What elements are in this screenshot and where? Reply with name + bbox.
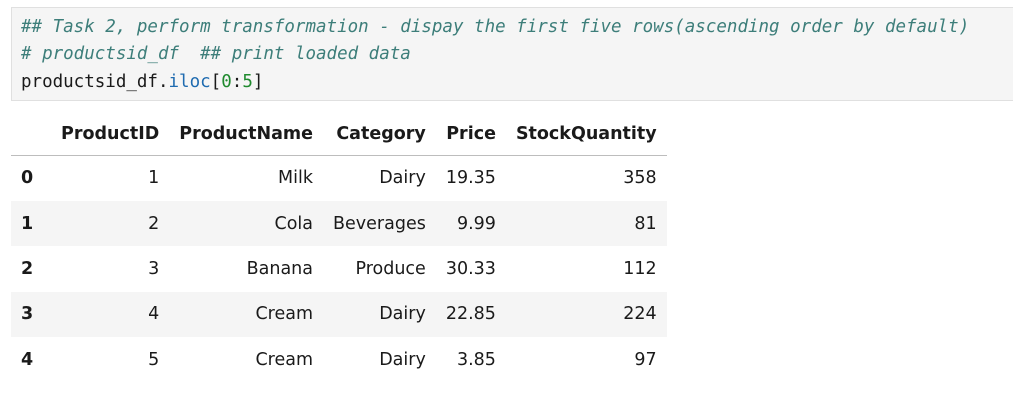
- cell-stockquantity: 112: [623, 258, 657, 279]
- cell-price: 9.99: [456, 213, 496, 234]
- row-index: 1: [21, 213, 34, 234]
- cell-category: Dairy: [379, 349, 426, 370]
- cell-category: Dairy: [379, 168, 426, 189]
- cell-stockquantity: 358: [623, 168, 657, 189]
- cell-productname: Milk: [278, 168, 314, 189]
- cell-productname: Cola: [274, 213, 314, 234]
- code-slice-start: 0: [221, 72, 232, 92]
- code-comment-line-2: # productsid_df ## print loaded data: [21, 44, 411, 64]
- row-index: 3: [21, 304, 34, 325]
- cell-category: Produce: [355, 258, 426, 279]
- cell-stockquantity: 81: [634, 213, 657, 234]
- cell-productid: 4: [148, 304, 160, 325]
- cell-productid: 1: [148, 168, 160, 189]
- table-row: 3 4 Cream Dairy 22.85 224: [11, 291, 667, 338]
- cell-stockquantity: 224: [623, 304, 657, 325]
- row-index: 0: [21, 168, 34, 189]
- code-variable: productsid_df: [21, 72, 158, 92]
- code-comment-line-1: ## Task 2, perform transformation - disp…: [21, 17, 970, 37]
- code-open-bracket: [: [210, 72, 222, 92]
- cell-productname: Cream: [255, 304, 314, 325]
- cell-category: Dairy: [379, 304, 426, 325]
- code-dot: .: [157, 72, 169, 92]
- cell-stockquantity: 97: [634, 349, 657, 370]
- cell-productid: 2: [148, 213, 160, 234]
- cell-price: 30.33: [445, 258, 496, 279]
- cell-productname: Banana: [246, 258, 314, 279]
- column-header-category: Category: [323, 113, 436, 156]
- table-row: 0 1 Milk Dairy 19.35 358: [11, 156, 667, 201]
- index-header: [11, 113, 51, 156]
- cell-productid: 5: [148, 349, 160, 370]
- cell-productname: Cream: [255, 349, 314, 370]
- cell-price: 3.85: [456, 349, 496, 370]
- code-slice-end: 5: [242, 72, 253, 92]
- table-row: 4 5 Cream Dairy 3.85 97: [11, 337, 667, 382]
- code-cell[interactable]: ## Task 2, perform transformation - disp…: [11, 7, 1013, 101]
- table-row: 2 3 Banana Produce 30.33 112: [11, 246, 667, 291]
- code-close-bracket: ]: [252, 72, 264, 92]
- dataframe-output-table: ProductID ProductName Category Price Sto…: [11, 113, 667, 382]
- row-index: 2: [21, 258, 34, 279]
- cell-category: Beverages: [333, 213, 426, 234]
- cell-productid: 3: [148, 258, 160, 279]
- cell-price: 22.85: [445, 304, 496, 325]
- table-row: 1 2 Cola Beverages 9.99 81: [11, 200, 667, 247]
- row-index: 4: [21, 349, 34, 370]
- column-header-price: Price: [435, 113, 506, 156]
- cell-price: 19.35: [445, 168, 496, 189]
- code-colon: :: [231, 72, 243, 92]
- code-attribute: iloc: [168, 72, 211, 92]
- column-header-productid: ProductID: [51, 113, 170, 156]
- table-header-row: ProductID ProductName Category Price Sto…: [11, 113, 667, 156]
- column-header-productname: ProductName: [169, 113, 324, 156]
- column-header-stockquantity: StockQuantity: [505, 113, 667, 156]
- code-statement-line: productsid_df.iloc[0:5]: [21, 69, 263, 95]
